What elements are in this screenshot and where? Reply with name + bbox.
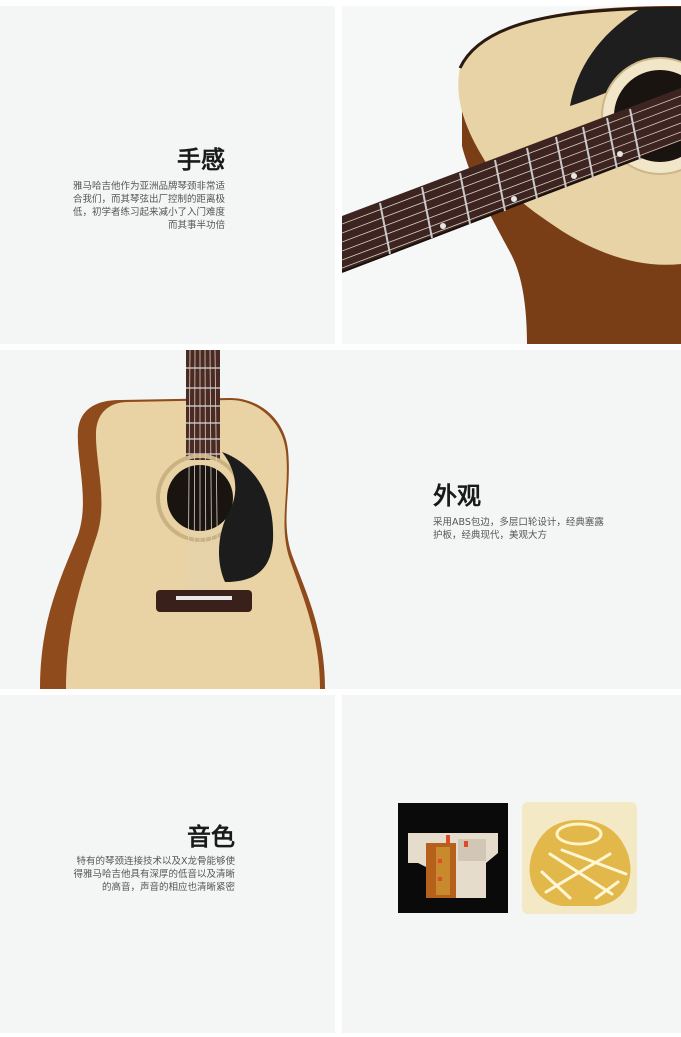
tone-text-panel: 音色 特有的琴颈连接技术以及X龙骨能够使 得雅马哈吉他具有深厚的低音以及清晰 的… bbox=[0, 695, 335, 1033]
appearance-panel: 外观 采用ABS包边，多层口轮设计，经典塞露 护板，经典现代，美观大方 bbox=[0, 350, 681, 689]
tone-description: 特有的琴颈连接技术以及X龙骨能够使 得雅马哈吉他具有深厚的低音以及清晰 的高音，… bbox=[73, 855, 235, 894]
appearance-description: 采用ABS包边，多层口轮设计，经典塞露 护板，经典现代，美观大方 bbox=[433, 516, 604, 542]
tone-title: 音色 bbox=[187, 823, 235, 851]
feel-description: 雅马哈吉他作为亚洲品牌琴颈非常适 合我们，而其琴弦出厂控制的距离极 低，初学者练… bbox=[73, 180, 225, 232]
tone-line-1: 特有的琴颈连接技术以及X龙骨能够使 bbox=[76, 856, 235, 867]
feel-line-1: 雅马哈吉他作为亚洲品牌琴颈非常适 bbox=[72, 181, 225, 192]
feel-title: 手感 bbox=[177, 146, 225, 174]
feel-text-panel: 手感 雅马哈吉他作为亚洲品牌琴颈非常适 合我们，而其琴弦出厂控制的距离极 低，初… bbox=[0, 6, 335, 344]
feel-line-4: 而其事半功倍 bbox=[167, 220, 225, 231]
feel-line-3: 低，初学者练习起来减小了入门难度 bbox=[72, 207, 225, 218]
neck-joint-cutaway-image bbox=[398, 803, 508, 913]
tone-line-3: 的高音，声音的相应也清晰紧密 bbox=[101, 882, 235, 893]
x-bracing-image bbox=[522, 802, 637, 914]
appearance-line-2: 护板，经典现代，美观大方 bbox=[433, 530, 548, 541]
appearance-title: 外观 bbox=[433, 482, 481, 510]
feel-line-2: 合我们，而其琴弦出厂控制的距离极 bbox=[72, 194, 225, 205]
appearance-line-1: 采用ABS包边，多层口轮设计，经典塞露 bbox=[433, 517, 604, 528]
guitar-neck-closeup-illustration bbox=[342, 6, 681, 344]
guitar-neck-closeup-image bbox=[342, 6, 681, 344]
tone-image-panel bbox=[342, 695, 681, 1033]
tone-line-2: 得雅马哈吉他具有深厚的低音以及清晰 bbox=[73, 869, 235, 880]
full-guitar-image bbox=[40, 350, 325, 689]
